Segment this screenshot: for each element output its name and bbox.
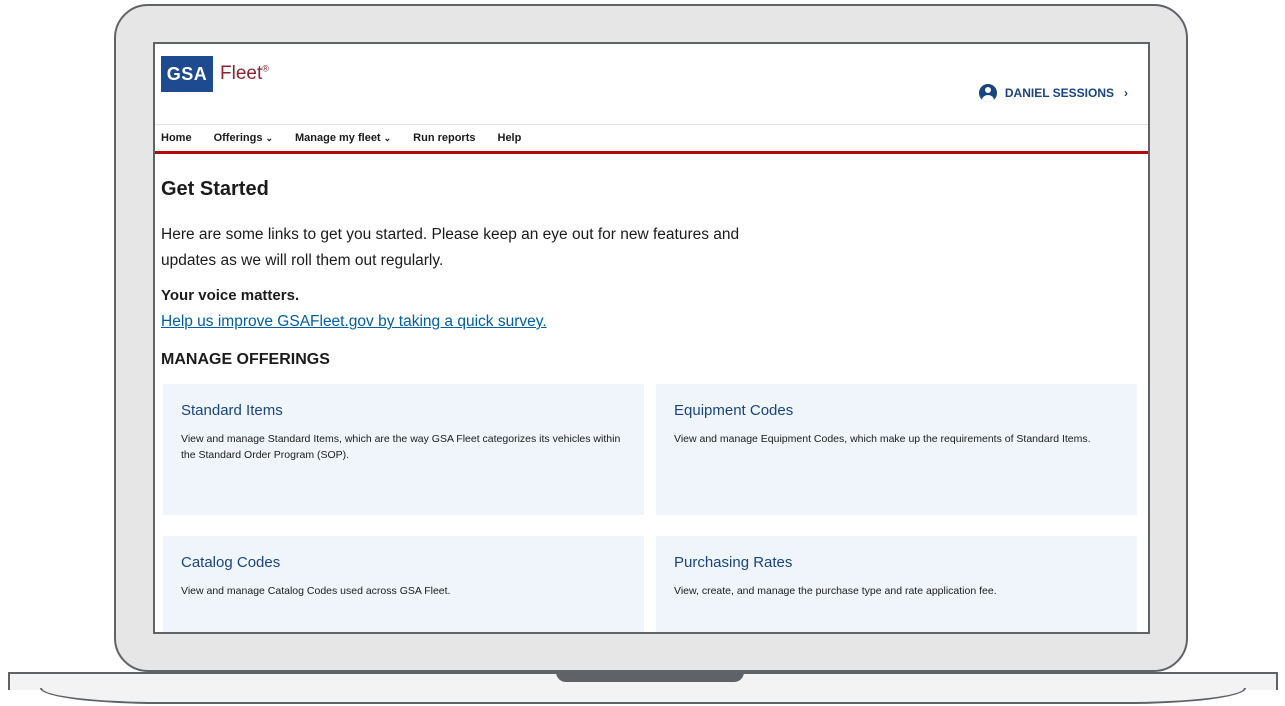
card-description: View and manage Standard Items, which ar… [181,433,621,461]
nav-item-help[interactable]: Help [498,132,522,144]
user-menu[interactable]: DANIEL SESSIONS › [978,84,1128,102]
nav-item-run-reports[interactable]: Run reports [413,132,475,144]
user-circle-icon [978,84,997,102]
survey-link[interactable]: Help us improve GSAFleet.gov by taking a… [161,313,547,331]
card-catalog-codes[interactable]: Catalog Codes View and manage Catalog Co… [163,536,644,632]
laptop-notch [556,672,744,682]
site-header: GSA Fleet® DANIEL SESSIONS › [155,44,1148,124]
screen: GSA Fleet® DANIEL SESSIONS › Home Offeri… [153,42,1150,634]
page-title: Get Started [161,178,269,200]
nav-label: Run reports [413,132,476,144]
card-description: View and manage Catalog Codes used acros… [181,585,451,597]
main-nav: Home Offerings ⌄ Manage my fleet ⌄ Run rep… [155,124,1148,154]
chevron-down-icon: ⌄ [383,133,392,143]
nav-label: Home [161,132,192,144]
intro-text: Here are some links to get you started. … [161,226,740,269]
gsa-fleet-logo[interactable]: GSA Fleet® [161,56,269,92]
nav-label: Help [497,132,522,144]
card-description: View, create, and manage the purchase ty… [674,585,997,597]
card-equipment-codes[interactable]: Equipment Codes View and manage Equipmen… [656,384,1137,515]
nav-item-home[interactable]: Home [161,132,192,144]
card-purchasing-rates[interactable]: Purchasing Rates View, create, and manag… [656,536,1137,632]
fleet-word: Fleet [220,63,263,84]
voice-heading: Your voice matters. [161,287,300,304]
gsa-logo-box: GSA [161,56,213,92]
nav-label: Manage my fleet [295,132,381,144]
nav-label: Offerings [213,132,263,144]
section-title: MANAGE OFFERINGS [161,351,330,368]
fleet-wordmark: Fleet® [220,63,269,85]
card-description: View and manage Equipment Codes, which m… [674,433,1091,445]
registered-mark: ® [262,63,269,74]
card-title[interactable]: Equipment Codes [674,402,1119,419]
card-title[interactable]: Purchasing Rates [674,554,1119,571]
card-standard-items[interactable]: Standard Items View and manage Standard … [163,384,644,515]
chevron-right-icon: › [1124,86,1128,100]
nav-item-offerings[interactable]: Offerings ⌄ [214,132,273,144]
user-name: DANIEL SESSIONS [1004,86,1114,100]
chevron-down-icon: ⌄ [265,133,274,143]
card-title[interactable]: Standard Items [181,402,626,419]
card-title[interactable]: Catalog Codes [181,554,626,571]
nav-item-manage-my-fleet[interactable]: Manage my fleet ⌄ [295,132,391,144]
laptop-base-bottom [40,688,1246,704]
